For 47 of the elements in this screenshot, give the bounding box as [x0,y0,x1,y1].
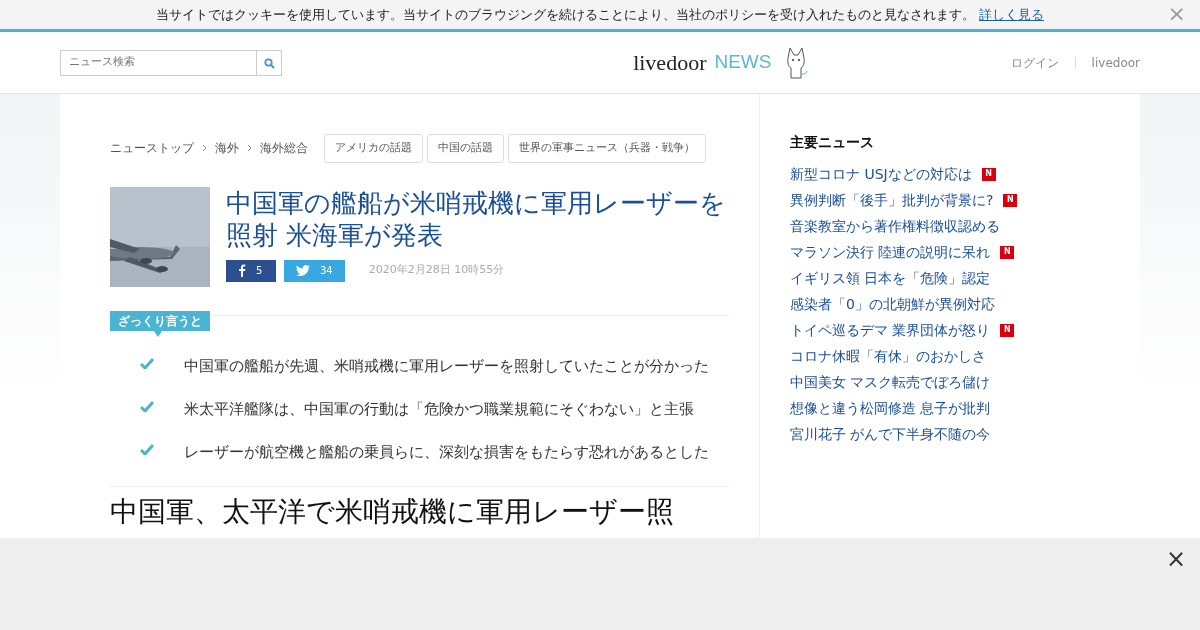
nav-link[interactable]: ログイン [1010,53,1059,72]
f-icon [238,264,246,277]
breadcrumb-link[interactable]: 海外総合 [260,139,308,158]
breadcrumb-link[interactable]: 海外 [215,139,239,158]
news-link[interactable]: 音楽教室から著作権料徴収認める [790,213,1000,239]
new-badge: N [1003,193,1018,207]
news-link[interactable]: 想像と違う松岡修造 息子が批判 [790,395,991,421]
news-link[interactable]: 新型コロナ USJなどの対応は [790,161,972,187]
search-icon [263,57,275,69]
label-pointer [154,330,162,337]
news-link[interactable]: 宮川花子 がんで下半身不随の今 [790,421,991,447]
search-button[interactable] [257,49,282,76]
summary-point: レーザーが航空機と艦船の乗員らに、深刻な損害をもたらす恐れがあるとした [184,441,709,463]
check-icon [140,443,154,455]
news-link[interactable]: コロナ休暇「有休」のおかしさ [790,343,986,369]
facebook-share-button[interactable]: 5 [226,259,276,282]
news-link[interactable]: イギリス領 日本を「危険」認定 [790,265,991,291]
chevron-icon [202,144,207,153]
nav-link[interactable]: livedoor [1091,53,1140,72]
sidebar-title: 主要ニュース [790,133,875,152]
new-badge: N [1000,323,1015,337]
check-icon [140,400,154,412]
new-badge: N [1000,245,1015,259]
tag-link[interactable]: 世界の軍事ニュース（兵器・戦争） [508,134,706,163]
news-link[interactable]: 中国美女 マスク転売でぼろ儲け [790,369,991,395]
cookie-message: 当サイトではクッキーを使用しています。当サイトのブラウジングを続けることにより、当社のポリシーを受け入れたものと見なされます。 [156,5,975,24]
tag-link[interactable]: アメリカの話題 [324,134,423,163]
article-heading: 中国軍、太平洋で米哨戒機に軍用レーザー照 [110,494,675,529]
logo-brand[interactable]: livedoor [633,46,707,79]
tag-link[interactable]: 中国の話題 [427,134,504,163]
check-icon [140,357,154,369]
news-link[interactable]: 異例判断「後手」批判が背景に? [790,187,994,213]
news-link[interactable]: マラソン決行 陸連の説明に呆れ [790,239,991,265]
search-field[interactable]: ニュース検索 [60,49,257,76]
close-button[interactable]: × [1159,540,1192,578]
summary-point: 中国軍の艦船が先週、米哨戒機に軍用レーザーを照射していたことが分かった [184,355,709,377]
summary-point: 米太平洋艦隊は、中国軍の行動は「危険かつ職業規範にそぐわない」と主張 [184,398,694,420]
chevron-icon [247,144,252,153]
bird-icon [296,265,310,276]
publish-date: 2020年2月28日 10時55分 [368,262,505,279]
new-badge: N [981,167,996,181]
news-link[interactable]: 感染者「0」の北朝鮮が異例対応 [790,291,995,317]
summary-label: ざっくり言うと [110,310,210,331]
article-title: 中国軍の艦船が米哨戒機に軍用レーザーを照射 米海軍が発表 [226,186,727,252]
breadcrumb-link[interactable]: ニューストップ [110,139,194,158]
details-link[interactable]: 詳しく見る [979,4,1044,25]
news-link[interactable]: トイペ巡るデマ 業界団体が怒り [790,317,991,343]
